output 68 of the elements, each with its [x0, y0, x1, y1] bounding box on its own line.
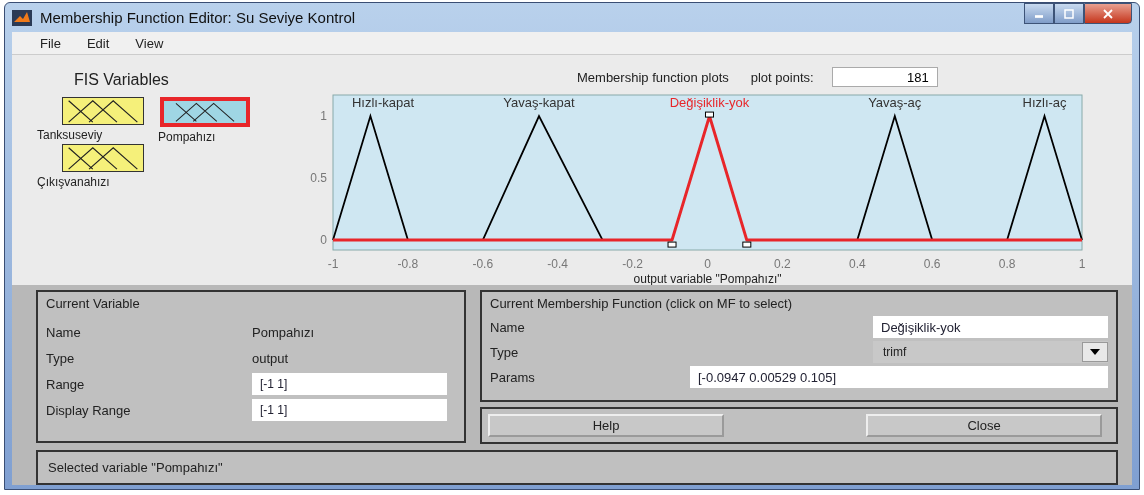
variable-icon[interactable]: [62, 97, 144, 125]
membership-line[interactable]: [856, 113, 934, 241]
section-title: FIS Variables: [74, 71, 170, 89]
field-label: Type: [46, 350, 76, 366]
x-tick-label: -0.8: [397, 257, 419, 271]
field-label: Type: [490, 344, 520, 360]
type-dropdown[interactable]: trimf: [873, 341, 1108, 363]
mf-label[interactable]: Yavaş-aç: [868, 95, 922, 110]
membership-line[interactable]: [332, 113, 409, 241]
status-bar: Selected variable "Pompahızı": [36, 450, 1118, 485]
maximize-button[interactable]: [1054, 3, 1084, 24]
membership-line[interactable]: [1006, 113, 1083, 241]
mf-label[interactable]: Değişiklik-yok: [669, 95, 750, 110]
maximize-icon: [1064, 8, 1074, 19]
y-tick-label: 1: [320, 109, 327, 124]
x-tick-label: 0.6: [923, 257, 941, 271]
window-title: Membership Function Editor: Su Seviye Kontrol: [40, 9, 357, 26]
membership-line[interactable]: [481, 114, 604, 241]
x-tick-label: 0.2: [774, 257, 791, 271]
dialog-button[interactable]: Close: [866, 414, 1102, 437]
params-field[interactable]: [-0.0947 0.00529 0.105]: [690, 366, 1108, 388]
mf-label[interactable]: Hızlı-kapat: [351, 95, 415, 110]
variable-label: Tanksuseviy: [37, 128, 103, 142]
variable-type: output: [252, 350, 289, 366]
y-tick-label: 0.5: [310, 171, 327, 186]
field-label: Display Range: [46, 402, 132, 418]
close-button[interactable]: [1084, 3, 1132, 24]
x-axis-label: output variable "Pompahızı": [633, 272, 782, 285]
panel-title: Current Variable: [46, 296, 141, 311]
caret-icon: [1090, 349, 1100, 355]
minimize-button[interactable]: [1024, 3, 1054, 24]
minimize-icon: [1035, 15, 1043, 18]
x-tick-label: -0.4: [547, 257, 569, 271]
panel-title: Current Membership Function (click on MF to select): [490, 296, 793, 311]
field-label: Name: [490, 319, 526, 335]
vertex-handle[interactable]: [667, 241, 677, 248]
field-label: Name: [46, 324, 82, 340]
close-icon: [1103, 8, 1113, 19]
variable-label: Çıkışvanahızı: [37, 175, 110, 189]
vertex-handle[interactable]: [742, 241, 752, 248]
x-tick-label: 0: [704, 257, 711, 271]
mf-name-field[interactable]: Değişiklik-yok: [873, 316, 1108, 338]
vertex-handle[interactable]: [705, 111, 714, 118]
x-tick-label: -0.2: [622, 257, 643, 271]
menu-item[interactable]: Edit: [86, 35, 110, 51]
app-icon: [12, 9, 32, 26]
dialog-button[interactable]: Help: [488, 414, 724, 437]
x-tick-label: -0.6: [472, 257, 494, 271]
x-tick-label: 0.4: [848, 257, 866, 271]
display-range-field[interactable]: [-1 1]: [252, 399, 447, 421]
variable-label: Pompahızı: [158, 130, 216, 144]
chart-title: Membership function plots: [577, 69, 729, 85]
x-tick-label: 0.8: [998, 257, 1016, 271]
field-label: Params: [490, 369, 536, 385]
mf-label[interactable]: Yavaş-kapat: [503, 95, 575, 110]
menu-item[interactable]: View: [135, 35, 164, 51]
x-tick-label: -1: [327, 257, 339, 271]
variable-icon[interactable]: [62, 144, 144, 172]
variable-name: Pompahızı: [252, 324, 315, 340]
field-label: Range: [46, 376, 86, 392]
plot-points-label: plot points:: [750, 69, 814, 85]
menu-item[interactable]: File: [40, 35, 61, 51]
y-tick-label: 0: [320, 233, 327, 248]
mf-label[interactable]: Hızlı-aç: [1022, 95, 1067, 110]
plot-points-field[interactable]: 181: [831, 67, 938, 87]
range-field[interactable]: [-1 1]: [252, 373, 447, 395]
x-tick-label: 1: [1078, 257, 1086, 271]
variable-icon[interactable]: [160, 97, 250, 127]
